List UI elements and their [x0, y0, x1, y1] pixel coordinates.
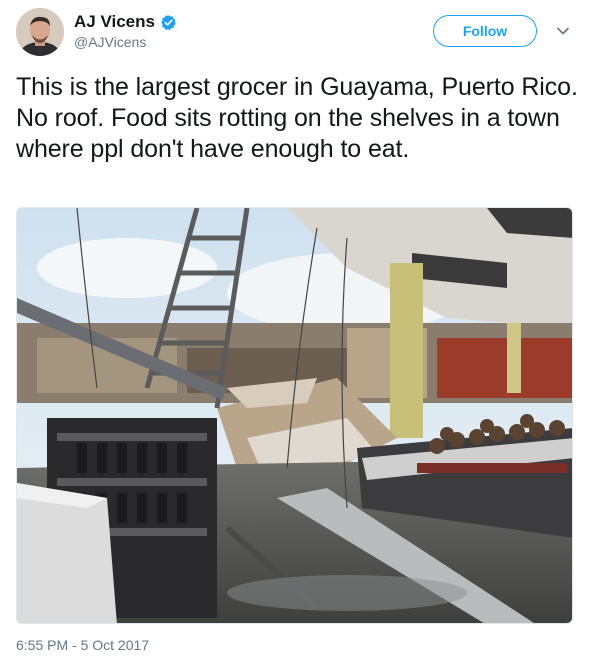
name-row: AJ Vicens [74, 12, 177, 32]
grocery-store-damage-photo [17, 208, 572, 623]
follow-button[interactable]: Follow [433, 15, 537, 47]
avatar[interactable] [16, 8, 64, 56]
tweet-card: AJ Vicens @AJVicens Follow This is the l… [0, 0, 600, 663]
tweet-photo[interactable] [16, 207, 573, 624]
display-name[interactable]: AJ Vicens [74, 12, 155, 32]
user-handle[interactable]: @AJVicens [74, 34, 146, 50]
verified-badge-icon [161, 14, 176, 30]
avatar-photo [16, 8, 64, 56]
chevron-down-icon[interactable] [556, 24, 570, 38]
tweet-timestamp[interactable]: 6:55 PM - 5 Oct 2017 [16, 637, 149, 653]
tweet-text: This is the largest grocer in Guayama, P… [16, 73, 578, 163]
